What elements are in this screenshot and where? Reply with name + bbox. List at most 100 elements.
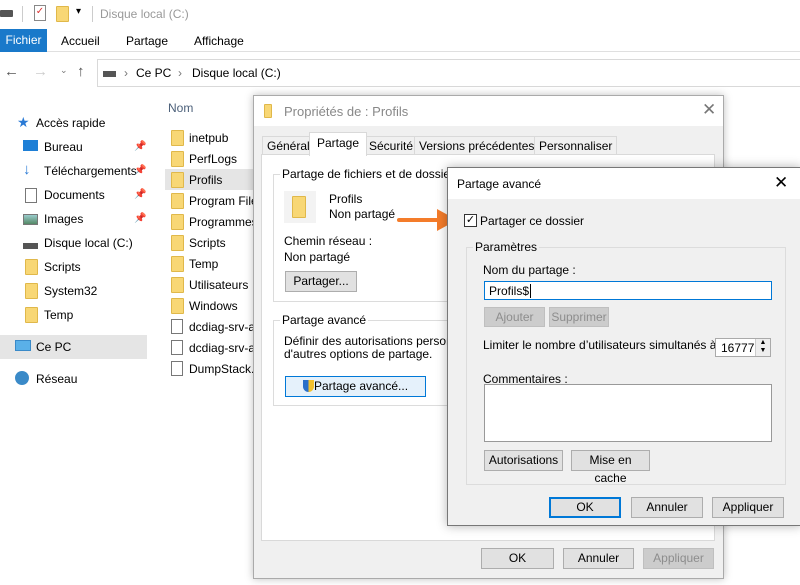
ok-button[interactable]: OK [481,548,554,569]
separator [22,6,23,22]
pin-icon[interactable]: 📌 [134,165,146,176]
share-folder-checkbox[interactable]: ✓ [464,214,477,227]
file-list-item[interactable]: Windows [165,295,260,316]
file-name: DumpStack. [189,362,255,376]
share-name-input[interactable]: Profils$ [484,281,772,300]
tab-personnaliser[interactable]: Personnaliser [534,136,618,155]
customize-qat-icon[interactable]: ▾ [76,6,81,17]
dialog-title: Partage avancé [457,177,542,191]
close-icon[interactable]: ✕ [702,100,716,120]
nav-pane: ★ Accès rapide Bureau 📌 ↓ Téléchargement… [0,95,150,585]
network-path-value: Non partagé [284,250,351,264]
file-name: Utilisateurs [189,278,249,292]
file-list-item[interactable]: inetpub [165,127,260,148]
apply-button[interactable]: Appliquer [712,497,784,518]
download-icon: ↓ [23,161,31,178]
folder-name: Profils [329,192,363,206]
file-list-item[interactable]: dcdiag-srv-a [165,337,260,358]
drive-icon [23,243,38,249]
ribbon-tabs: Fichier Accueil Partage Affichage [0,29,800,52]
file-name: Profils [189,173,223,187]
file-name: Scripts [189,236,226,250]
tab-fichier[interactable]: Fichier [0,29,47,52]
caching-button[interactable]: Mise en cache [571,450,650,485]
pin-icon[interactable]: 📌 [134,141,146,152]
apply-button[interactable]: Appliquer [643,548,714,569]
spinner-up-down[interactable]: ▲ ▼ [755,339,770,356]
breadcrumb-ce-pc[interactable]: Ce PC [136,66,171,80]
folder-icon [171,298,184,314]
tab-affichage[interactable]: Affichage [194,34,244,48]
tab-partage[interactable]: Partage [309,132,368,156]
sidebar-item-ce-pc[interactable]: Ce PC [0,335,147,359]
share-folder-label[interactable]: Partager ce dossier [480,214,584,228]
file-list-item[interactable]: Programmes [165,211,260,232]
sidebar-item-label: Disque local (C:) [44,236,133,250]
file-list-item[interactable]: dcdiag-srv-a [165,316,260,337]
folder-icon [171,151,184,167]
comments-textarea[interactable] [484,384,772,442]
network-icon [15,371,29,385]
file-list-item[interactable]: Profils [165,169,260,190]
folder-icon [171,277,184,293]
advanced-share-button[interactable]: Partage avancé... [285,376,426,397]
cancel-button[interactable]: Annuler [631,497,703,518]
chevron-icon: › [178,66,182,80]
file-list-item[interactable]: Program Files [165,190,264,211]
new-folder-qat-icon[interactable] [56,6,69,22]
drive-icon [103,71,116,77]
file-name: Windows [189,299,238,313]
window-title: Disque local (C:) [100,7,189,21]
group-label: Paramètres [473,240,540,254]
share-button[interactable]: Partager... [285,271,357,292]
file-list-item[interactable]: PerfLogs [165,148,260,169]
sidebar-item-label: Téléchargements [44,164,137,178]
file-list-item[interactable]: Temp [165,253,260,274]
close-icon[interactable]: ✕ [774,173,788,193]
up-button[interactable]: ↑ [77,63,85,80]
button-label: Partage avancé... [313,379,409,393]
parameters-group: Paramètres Nom du partage : Profils$ Ajo… [466,240,786,485]
properties-qat-icon[interactable]: ✓ [34,5,46,21]
back-button[interactable]: ← [4,63,19,80]
sidebar-item-label: Ce PC [36,340,72,354]
breadcrumb-disque[interactable]: Disque local (C:) [192,66,281,80]
sidebar-item-label: Scripts [44,260,81,274]
add-button[interactable]: Ajouter [484,307,545,327]
sidebar-item-label: System32 [44,284,98,298]
address-bar[interactable]: › Ce PC › Disque local (C:) [97,59,800,87]
file-icon [171,319,183,334]
drive-icon [0,10,13,17]
pin-icon[interactable]: 📌 [134,213,146,224]
permissions-button[interactable]: Autorisations [484,450,563,471]
file-name: dcdiag-srv-a [189,320,256,334]
dialog-title-bar: Propriétés de : Profils ✕ [254,96,723,126]
folder-icon [171,130,184,146]
folder-icon [171,214,184,230]
folder-icon [264,104,272,118]
ok-button[interactable]: OK [549,497,621,518]
tab-partage[interactable]: Partage [126,34,168,48]
share-name-label: Nom du partage : [483,263,576,277]
tab-accueil[interactable]: Accueil [61,34,100,48]
forward-button[interactable]: → [33,63,48,80]
cancel-button[interactable]: Annuler [563,548,634,569]
recent-dropdown[interactable]: ⌄ [60,65,68,76]
folder-icon [171,256,184,272]
user-limit-spinner[interactable]: 16777 ▲ ▼ [715,338,771,357]
tab-versions[interactable]: Versions précédentes [414,136,540,155]
file-list-item[interactable]: Utilisateurs [165,274,260,295]
tab-securite[interactable]: Sécurité [364,136,419,155]
file-list-item[interactable]: DumpStack. [165,358,260,379]
file-name: PerfLogs [189,152,238,166]
sidebar-quick-access[interactable]: Accès rapide [36,116,105,130]
sidebar-item-label: Temp [44,308,74,322]
file-name: dcdiag-srv-a [189,341,256,355]
pin-icon[interactable]: 📌 [134,189,146,200]
sidebar-item-label: Documents [44,188,105,202]
tab-general[interactable]: Général [262,136,315,155]
remove-button[interactable]: Supprimer [549,307,609,327]
folder-large-icon [284,191,316,223]
file-list-item[interactable]: Scripts [165,232,260,253]
column-header-nom[interactable]: Nom [168,101,193,115]
